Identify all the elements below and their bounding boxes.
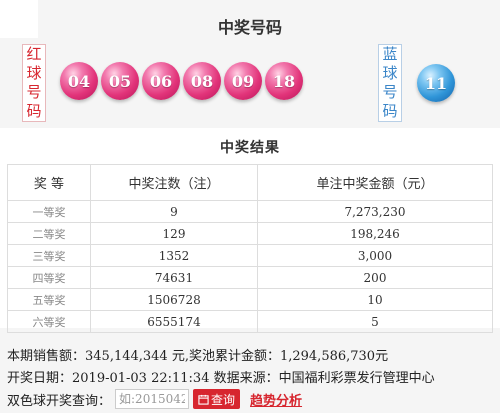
blue-ball-label: 蓝 球 号 码 xyxy=(378,44,402,122)
table-row: 四等奖 74631 200 xyxy=(7,266,493,289)
col-header-level: 奖 等 xyxy=(7,164,91,201)
prize-table: 奖 等 中奖注数（注） 单注中奖金额（元） 一等奖 9 7,273,230 二等… xyxy=(7,164,493,333)
prize-results-section: 中奖结果 奖 等 中奖注数（注） 单注中奖金额（元） 一等奖 9 7,273,2… xyxy=(0,128,500,333)
table-header-row: 奖 等 中奖注数（注） 单注中奖金额（元） xyxy=(7,164,493,201)
prize-level: 三等奖 xyxy=(7,244,91,267)
prize-amount: 7,273,230 xyxy=(257,200,493,223)
red-ball: 06 xyxy=(142,62,180,100)
prize-level: 二等奖 xyxy=(7,222,91,245)
winner-count: 1506728 xyxy=(90,288,258,311)
blue-label-char: 蓝 xyxy=(382,45,398,63)
red-label-char: 号 xyxy=(26,83,42,101)
table-row: 二等奖 129 198,246 xyxy=(7,222,493,245)
prize-results-title: 中奖结果 xyxy=(220,140,280,156)
prize-amount: 198,246 xyxy=(257,222,493,245)
query-button-label: 查询 xyxy=(211,392,236,407)
red-balls-row: 04 05 06 08 09 18 xyxy=(60,62,303,102)
prize-amount: 3,000 xyxy=(257,244,493,267)
query-label: 双色球开奖查询： xyxy=(7,393,112,409)
red-label-char: 码 xyxy=(26,102,42,120)
prize-level: 一等奖 xyxy=(7,200,91,223)
blue-label-char: 号 xyxy=(382,83,398,101)
blue-ball-wrap: 11 xyxy=(417,64,455,102)
winner-count: 6555174 xyxy=(90,310,258,333)
blue-label-char: 码 xyxy=(382,102,398,120)
winner-count: 1352 xyxy=(90,244,258,267)
col-header-amount: 单注中奖金额（元） xyxy=(257,164,493,201)
red-ball: 04 xyxy=(60,62,98,100)
draw-query-bar: 双色球开奖查询： 查询 趋势分析 xyxy=(7,389,302,409)
winner-count: 129 xyxy=(90,222,258,245)
table-row: 三等奖 1352 3,000 xyxy=(7,244,493,267)
red-ball: 08 xyxy=(183,62,221,100)
winner-count: 9 xyxy=(90,200,258,223)
prize-level: 六等奖 xyxy=(7,310,91,333)
prize-amount: 5 xyxy=(257,310,493,333)
prize-level: 五等奖 xyxy=(7,288,91,311)
query-button[interactable]: 查询 xyxy=(193,389,241,409)
red-ball-label: 红 球 号 码 xyxy=(22,44,46,122)
prize-level: 四等奖 xyxy=(7,266,91,289)
draw-date-info: 开奖日期：2019-01-03 22:11:34 数据来源：中国福利彩票发行管理… xyxy=(7,371,435,386)
table-row: 六等奖 6555174 5 xyxy=(7,310,493,333)
red-ball: 05 xyxy=(101,62,139,100)
prize-amount: 10 xyxy=(257,288,493,311)
calendar-icon xyxy=(198,394,209,405)
sales-info: 本期销售额：345,144,344 元,奖池累计金额：1,294,586,730… xyxy=(7,349,389,364)
winning-numbers-panel: 中奖号码 红 球 号 码 04 05 06 08 09 18 蓝 球 号 码 1… xyxy=(0,0,500,128)
table-row: 一等奖 9 7,273,230 xyxy=(7,200,493,223)
prize-amount: 200 xyxy=(257,266,493,289)
col-header-count: 中奖注数（注） xyxy=(90,164,258,201)
red-ball: 09 xyxy=(224,62,262,100)
issue-number-input[interactable] xyxy=(115,389,190,409)
winner-count: 74631 xyxy=(90,266,258,289)
winning-numbers-title: 中奖号码 xyxy=(217,18,282,37)
red-label-char: 球 xyxy=(26,64,42,82)
trend-analysis-link[interactable]: 趋势分析 xyxy=(250,390,302,409)
blue-label-char: 球 xyxy=(382,64,398,82)
blue-ball: 11 xyxy=(417,64,455,102)
red-label-char: 红 xyxy=(26,45,42,63)
table-row: 五等奖 1506728 10 xyxy=(7,288,493,311)
red-ball: 18 xyxy=(265,62,303,100)
